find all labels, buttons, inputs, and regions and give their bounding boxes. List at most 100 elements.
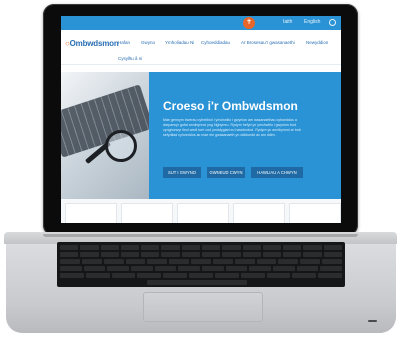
keyboard-key xyxy=(242,245,261,250)
keyboard-key xyxy=(60,259,80,264)
keyboard-key xyxy=(103,259,124,264)
top-utility-bar: ✝ Iaith English xyxy=(61,16,341,30)
keyboard-key xyxy=(60,245,79,250)
keyboard-key xyxy=(214,273,239,278)
keyboard-key xyxy=(178,266,200,271)
power-indicator-icon xyxy=(368,320,377,322)
keyboard-key xyxy=(222,245,241,250)
hero-image xyxy=(61,72,149,199)
complaint-rights-button[interactable]: HAWLIAU A CHWYN xyxy=(251,167,303,178)
keyboard-key xyxy=(161,245,180,250)
content-tile[interactable] xyxy=(177,203,229,223)
spacebar-key xyxy=(147,280,247,285)
keyboard-key xyxy=(191,259,211,264)
keyboard-key xyxy=(125,259,146,264)
keyboard-key xyxy=(278,259,299,264)
keyboard-key xyxy=(256,259,277,264)
content-tile[interactable] xyxy=(121,203,173,223)
keyboard-key xyxy=(141,252,160,257)
keyboard-key xyxy=(266,273,291,278)
keyboard-key xyxy=(202,266,224,271)
nav-item-hafan[interactable]: Hafan xyxy=(118,40,130,45)
keyboard-key xyxy=(154,266,177,271)
seal-icon: ✝ xyxy=(243,17,255,29)
keyboard-key xyxy=(141,245,160,250)
nav-item-cysylltu[interactable]: Cysylltu â ni xyxy=(118,56,142,61)
nav-item-cyhoeddiadau[interactable]: Cyhoeddiadau xyxy=(201,40,230,45)
content-tile[interactable] xyxy=(289,203,341,223)
keyboard-key xyxy=(262,252,282,257)
keyboard-key xyxy=(163,273,188,278)
keyboard-key xyxy=(322,259,342,264)
keyboard-key xyxy=(323,252,342,257)
nav-item-prosesau[interactable]: Ar Brosesau'r gwasanaethi xyxy=(241,40,295,45)
keyboard-key xyxy=(225,266,248,271)
keyboard-key xyxy=(283,252,302,257)
make-complaint-button[interactable]: GWNEUD CWYN xyxy=(207,167,245,178)
keyboard-key xyxy=(300,259,321,264)
keyboard-key xyxy=(147,259,168,264)
keyboard-key xyxy=(242,252,261,257)
keyboard-key xyxy=(80,245,99,250)
laptop-lid: ✝ Iaith English ○Ombwdsmon Hafan Gwyno Y… xyxy=(43,4,358,236)
how-to-complain-button[interactable]: SUT I GWYNO xyxy=(163,167,201,178)
keyboard-key xyxy=(169,259,190,264)
keyboard-key xyxy=(222,252,241,257)
magnifying-glass-icon xyxy=(105,130,137,162)
keyboard-key xyxy=(161,252,180,257)
keyboard-key xyxy=(80,252,99,257)
keyboard-key xyxy=(202,245,221,250)
keyboard-key xyxy=(320,266,342,271)
keyboard-key xyxy=(60,252,79,257)
language-label-link[interactable]: Iaith xyxy=(283,19,292,25)
keyboard-key xyxy=(303,252,322,257)
site-logo[interactable]: ○Ombwdsmon xyxy=(65,39,119,48)
keyboard-key xyxy=(181,252,200,257)
keyboard-key xyxy=(81,259,102,264)
keyboard-key xyxy=(234,259,255,264)
nav-item-newyddion[interactable]: Newyddion xyxy=(306,40,328,45)
keyboard-key xyxy=(181,245,200,250)
english-language-link[interactable]: English xyxy=(304,19,320,25)
keyboard-key xyxy=(137,273,162,278)
keyboard-key xyxy=(303,245,322,250)
content-tile[interactable] xyxy=(233,203,285,223)
nav-item-ymholiadau[interactable]: Ymholiadau Ni xyxy=(165,40,194,45)
keyboard-key xyxy=(249,266,271,271)
search-icon[interactable] xyxy=(329,19,336,26)
keyboard-key xyxy=(60,266,82,271)
site-header: ○Ombwdsmon Hafan Gwyno Ymholiadau Ni Cyh… xyxy=(61,30,341,72)
hero-banner: Croeso i'r Ombwdsmon Mae gennym bwerau c… xyxy=(61,72,341,199)
keyboard-key xyxy=(189,273,213,278)
laptop-screen: ✝ Iaith English ○Ombwdsmon Hafan Gwyno Y… xyxy=(61,16,341,223)
keyboard-key xyxy=(296,266,319,271)
keyboard-key xyxy=(100,245,119,250)
keyboard-key xyxy=(262,245,282,250)
keyboard-key xyxy=(83,266,106,271)
keyboard-key xyxy=(202,252,221,257)
content-tiles xyxy=(61,199,341,223)
keyboard-key xyxy=(283,245,302,250)
hinge-shadow xyxy=(43,234,358,237)
keyboard-key xyxy=(131,266,153,271)
keyboard-key xyxy=(85,273,110,278)
keyboard-key xyxy=(100,252,119,257)
nav-divider xyxy=(61,64,341,65)
keyboard-key xyxy=(120,245,140,250)
laptop-keyboard xyxy=(57,242,345,287)
nav-item-gwyno[interactable]: Gwyno xyxy=(141,40,155,45)
logo-text: Ombwdsmon xyxy=(69,39,119,48)
hero-body-text: Mae gennym bwerau cyfreithiol i ymchwili… xyxy=(163,118,301,137)
keyboard-key xyxy=(107,266,129,271)
keyboard-key xyxy=(273,266,295,271)
keyboard-key xyxy=(240,273,265,278)
keyboard-key xyxy=(111,273,136,278)
keyboard-key xyxy=(212,259,233,264)
keyboard-key xyxy=(292,273,317,278)
keyboard-key xyxy=(323,245,342,250)
keyboard-key xyxy=(318,273,342,278)
hero-title: Croeso i'r Ombwdsmon xyxy=(163,99,298,113)
keyboard-key xyxy=(60,273,84,278)
laptop-trackpad xyxy=(143,292,263,322)
content-tile[interactable] xyxy=(65,203,117,223)
